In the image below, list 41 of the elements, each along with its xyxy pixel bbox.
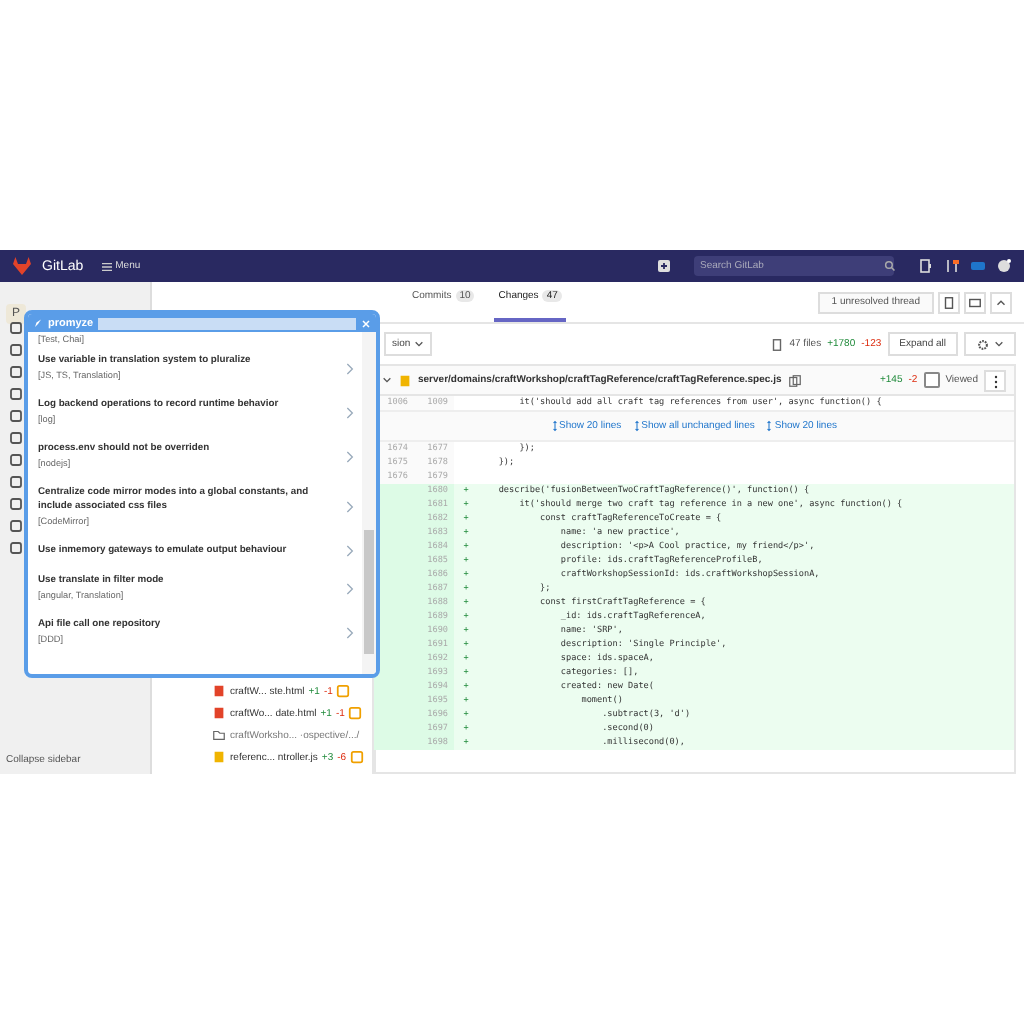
- chevron-right-icon: [344, 500, 354, 514]
- file-icon-button[interactable]: [938, 291, 960, 313]
- caret-icon: [994, 340, 1004, 348]
- viewed-checkbox[interactable]: [923, 372, 940, 388]
- caret-icon: [414, 340, 425, 348]
- settings-button[interactable]: [964, 332, 1016, 356]
- collapse-icon-button[interactable]: [990, 291, 1012, 313]
- menu-icon: [101, 261, 112, 271]
- chevron-right-icon: [344, 405, 354, 419]
- close-icon[interactable]: [360, 317, 372, 329]
- fox-logo-icon[interactable]: [12, 256, 32, 276]
- plus-square-icon[interactable]: [656, 258, 672, 274]
- expand-icon: [551, 420, 557, 432]
- settings-icon: [976, 337, 990, 351]
- issues-icon[interactable]: [918, 258, 934, 274]
- avatar-icon[interactable]: [996, 258, 1012, 274]
- todo-icon[interactable]: [970, 258, 986, 274]
- more-options-button[interactable]: [984, 369, 1006, 391]
- copy-icon[interactable]: [787, 373, 802, 387]
- modified-icon: [350, 750, 365, 764]
- rocket-icon: [32, 317, 44, 329]
- chevron-up-icon: [994, 295, 1008, 309]
- chevron-right-icon: [344, 544, 354, 558]
- folder-icon: [212, 728, 226, 742]
- comment-icon-button[interactable]: [964, 291, 986, 313]
- file-icon: [212, 750, 226, 764]
- file-icon: [769, 337, 784, 351]
- chevron-right-icon: [344, 625, 354, 639]
- caret-icon[interactable]: [382, 376, 392, 384]
- file-icon: [942, 295, 956, 309]
- expand-icon: [633, 420, 640, 432]
- popup-search-field[interactable]: [97, 317, 356, 329]
- chevron-right-icon: [344, 361, 354, 375]
- chevron-right-icon: [344, 581, 354, 595]
- merge-request-icon[interactable]: [944, 258, 960, 274]
- file-icon: [398, 373, 412, 387]
- expand-icon: [766, 420, 773, 432]
- chevron-right-icon: [344, 449, 354, 463]
- kebab-icon: [991, 373, 999, 389]
- scrollbar[interactable]: [362, 332, 376, 674]
- comment-icon: [968, 295, 982, 309]
